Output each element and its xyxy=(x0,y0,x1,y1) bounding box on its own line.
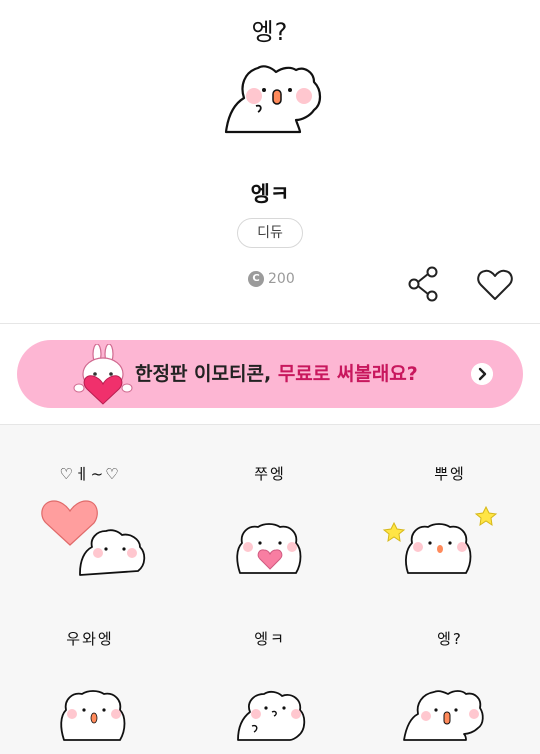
promo-text-highlight: 무료로 써볼래요? xyxy=(277,363,418,385)
bunny-surprised-sticker-icon xyxy=(224,65,322,134)
sticker-cell[interactable]: ♡ㅔ~♡ xyxy=(0,425,180,585)
sticker-cell[interactable]: 뿌엥 xyxy=(360,425,540,585)
sticker-cell[interactable]: 엥ㅋ xyxy=(180,590,360,750)
divider xyxy=(0,323,540,324)
sticker-caption: 엥? xyxy=(437,630,463,648)
price: C 200 xyxy=(248,268,295,290)
hero-caption: 엥? xyxy=(251,18,289,46)
coin-icon: C xyxy=(248,271,264,287)
promo-text-main: 한정판 이모티콘, xyxy=(135,363,278,385)
sticker-caption: 쭈엥 xyxy=(254,465,286,483)
price-value: 200 xyxy=(268,271,295,287)
sticker-cell[interactable]: 우와엥 xyxy=(0,590,180,750)
author-chip[interactable]: 디듀 xyxy=(237,218,303,248)
sticker-cell[interactable]: 쭈엥 xyxy=(180,425,360,585)
promo-text: 한정판 이모티콘, 무료로 써볼래요? xyxy=(135,340,418,408)
heart-outline-icon[interactable] xyxy=(476,268,514,302)
product-title: 엥ㅋ xyxy=(250,182,290,206)
bunny-stars-sticker-icon xyxy=(382,505,498,574)
sticker-caption: 엥ㅋ xyxy=(254,630,286,648)
sticker-caption: 뿌엥 xyxy=(434,465,466,483)
bunny-wow-sticker-icon xyxy=(60,690,126,741)
bunny-surprised-sticker-icon xyxy=(403,690,484,741)
sticker-cell[interactable]: 엥? xyxy=(360,590,540,750)
sticker-caption: 우와엥 xyxy=(66,630,114,648)
bunny-holding-heart-sticker-icon xyxy=(236,523,302,574)
bunny-heart-balloon-sticker-icon xyxy=(41,500,146,576)
sticker-caption: ♡ㅔ~♡ xyxy=(59,465,121,483)
bunny-heart-icon xyxy=(73,344,133,405)
bunny-smirk-sticker-icon xyxy=(237,690,306,741)
share-icon[interactable] xyxy=(407,266,441,302)
chevron-right-icon[interactable] xyxy=(471,363,493,385)
sticker-grid: ♡ㅔ~♡ 쭈엥 뿌엥 우와엥 엥ㅋ 엥? xyxy=(0,425,540,754)
promo-banner[interactable]: 한정판 이모티콘, 무료로 써볼래요? xyxy=(17,340,523,408)
